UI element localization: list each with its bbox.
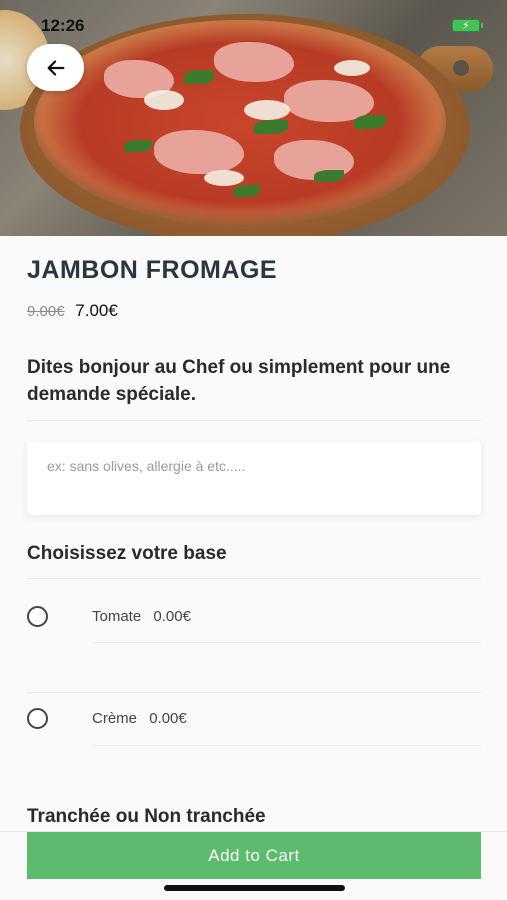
product-title: JAMBON FROMAGE (27, 256, 278, 284)
add-to-cart-button[interactable]: Add to Cart (27, 832, 481, 879)
divider (92, 642, 481, 643)
base-section-title: Choisissez votre base (27, 543, 227, 564)
option-label: Tomate (92, 608, 142, 625)
divider (27, 578, 481, 579)
base-option-tomate[interactable]: Tomate 0.00€ (27, 602, 481, 642)
option-price: 0.00€ (149, 710, 187, 727)
divider (27, 692, 481, 693)
old-price: 9.00€ (27, 303, 65, 320)
current-price: 7.00€ (75, 301, 118, 320)
divider (27, 420, 481, 421)
status-bar: 12:26 ⚡ (0, 0, 507, 35)
radio-button[interactable] (27, 708, 48, 729)
special-request-box[interactable] (27, 442, 481, 515)
option-price: 0.00€ (153, 608, 191, 625)
status-time: 12:26 (41, 16, 85, 35)
back-button[interactable] (27, 44, 84, 91)
chef-message: Dites bonjour au Chef ou simplement pour… (27, 357, 451, 405)
radio-button[interactable] (27, 606, 48, 627)
arrow-left-icon (47, 59, 64, 76)
home-indicator (164, 885, 345, 891)
divider (92, 745, 481, 746)
base-option-creme[interactable]: Crème 0.00€ (27, 704, 481, 744)
battery-charging-icon: ⚡ (452, 19, 483, 32)
slice-section-title: Tranchée ou Non tranchée (27, 806, 266, 827)
option-label: Crème (92, 710, 138, 727)
price-row: 9.00€ 7.00€ (27, 301, 118, 321)
special-request-input[interactable] (47, 458, 461, 474)
